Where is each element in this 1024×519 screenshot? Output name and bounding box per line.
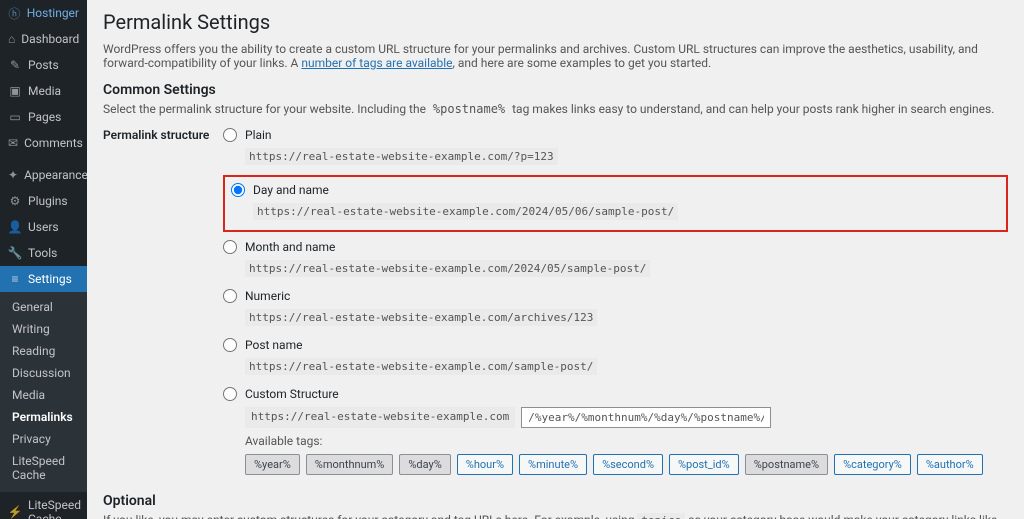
litespeed-cache-icon: ⚡ [8, 505, 22, 519]
common-settings-heading: Common Settings [103, 82, 1008, 98]
permalink-radio-label: Plain [245, 128, 272, 142]
highlighted-option: Day and name https://real-estate-website-… [223, 175, 1008, 232]
permalink-radio-label: Month and name [245, 240, 335, 254]
permalink-radio[interactable] [223, 128, 237, 142]
sidebar-item-pages[interactable]: ▭ Pages [0, 104, 87, 130]
sidebar-item-plugins[interactable]: ⚙ Plugins [0, 188, 87, 214]
permalink-radio-label: Numeric [245, 289, 290, 303]
dashboard-icon: ⌂ [8, 32, 15, 46]
sidebar-label: Tools [28, 246, 57, 260]
url-example: https://real-estate-website-example.com/… [253, 203, 678, 220]
custom-base-url: https://real-estate-website-example.com [245, 407, 515, 428]
tag-monthnum[interactable]: %monthnum% [306, 454, 394, 475]
available-tags-label: Available tags: [245, 434, 1008, 448]
permalink-radio[interactable] [223, 338, 237, 352]
permalink-structure-label: Permalink structure [103, 126, 223, 475]
permalink-radio[interactable] [223, 240, 237, 254]
sidebar-label: Posts [28, 58, 59, 72]
sidebar-item-hostinger[interactable]: ⓗ Hostinger [0, 0, 87, 26]
page-title: Permalink Settings [103, 10, 1008, 34]
settings-icon: ≡ [8, 272, 22, 286]
submenu-permalinks[interactable]: Permalinks [0, 406, 87, 428]
tag-day[interactable]: %day% [399, 454, 450, 475]
media-icon: ▣ [8, 84, 22, 98]
submenu-reading[interactable]: Reading [0, 340, 87, 362]
tag-year[interactable]: %year% [245, 454, 300, 475]
custom-structure-row: https://real-estate-website-example.com [245, 407, 1008, 428]
permalink-option-custom-structure[interactable]: Custom Structure [223, 385, 1008, 403]
postname-tag-code: %postname% [429, 101, 509, 117]
content-area: Permalink Settings WordPress offers you … [87, 0, 1024, 519]
permalink-option-plain[interactable]: Plain [223, 126, 1008, 144]
url-example: https://real-estate-website-example.com/… [245, 309, 597, 326]
permalink-option-month-and-name[interactable]: Month and name [223, 238, 1008, 256]
permalink-option-post-name[interactable]: Post name [223, 336, 1008, 354]
tags-available-link[interactable]: number of tags are available [301, 56, 452, 70]
permalink-option-day-and-name[interactable]: Day and name [231, 181, 1000, 199]
url-example: https://real-estate-website-example.com/… [245, 148, 558, 165]
permalink-radio[interactable] [223, 387, 237, 401]
posts-icon: ✎ [8, 58, 22, 72]
tag-category[interactable]: %category% [834, 454, 911, 475]
page-intro: WordPress offers you the ability to crea… [103, 42, 1008, 70]
permalink-radio-label: Day and name [253, 183, 329, 197]
sidebar-label: LiteSpeed Cache [28, 498, 81, 519]
submenu-general[interactable]: General [0, 296, 87, 318]
sidebar-item-settings[interactable]: ≡ Settings [0, 266, 87, 292]
admin-sidebar: ⓗ Hostinger ⌂ Dashboard ✎ Posts ▣ Media ▭ Pages ✉ C… [0, 0, 87, 519]
sidebar-item-tools[interactable]: 🔧 Tools [0, 240, 87, 266]
permalink-radio[interactable] [223, 289, 237, 303]
sidebar-label: Users [28, 220, 59, 234]
sidebar-item-litespeed-cache[interactable]: ⚡ LiteSpeed Cache [0, 492, 87, 519]
submenu-media[interactable]: Media [0, 384, 87, 406]
tag-author[interactable]: %author% [917, 454, 983, 475]
sidebar-label: Media [28, 84, 61, 98]
available-tags: %year% %monthnum%%day% %hour% %minute% %seco… [245, 454, 1008, 475]
permalink-radio[interactable] [231, 183, 245, 197]
permalink-radio-label: Post name [245, 338, 302, 352]
submenu-discussion[interactable]: Discussion [0, 362, 87, 384]
settings-submenu: GeneralWritingReadingDiscussionMediaPerm… [0, 292, 87, 492]
sidebar-item-posts[interactable]: ✎ Posts [0, 52, 87, 78]
tag-hour[interactable]: %hour% [457, 454, 513, 475]
optional-desc: If you like, you may enter custom struct… [103, 513, 1008, 519]
sidebar-label: Appearance [24, 168, 87, 182]
submenu-litespeed-cache[interactable]: LiteSpeed Cache [0, 450, 87, 486]
sidebar-label: Pages [28, 110, 61, 124]
permalink-structure-field: Plain https://real-estate-website-example… [223, 126, 1008, 475]
appearance-icon: ✦ [8, 168, 18, 182]
submenu-writing[interactable]: Writing [0, 318, 87, 340]
hostinger-icon: ⓗ [8, 6, 21, 20]
sidebar-item-comments[interactable]: ✉ Comments [0, 130, 87, 156]
tag-minute[interactable]: %minute% [519, 454, 587, 475]
sidebar-label: Settings [28, 272, 72, 286]
submenu-privacy[interactable]: Privacy [0, 428, 87, 450]
sidebar-label: Comments [24, 136, 83, 150]
pages-icon: ▭ [8, 110, 22, 124]
permalink-structure-row: Permalink structure Plain https://real-es… [103, 126, 1008, 475]
tag-post_id[interactable]: %post_id% [669, 454, 739, 475]
optional-heading: Optional [103, 493, 1008, 509]
custom-structure-input[interactable] [521, 407, 771, 428]
sidebar-label: Hostinger [27, 6, 79, 20]
sidebar-label: Dashboard [21, 32, 79, 46]
comments-icon: ✉ [8, 136, 18, 150]
sidebar-item-appearance[interactable]: ✦ Appearance [0, 162, 87, 188]
topics-code: topics [637, 513, 685, 519]
tag-postname[interactable]: %postname% [745, 454, 828, 475]
common-settings-desc: Select the permalink structure for your … [103, 102, 1008, 116]
sidebar-item-users[interactable]: 👤 Users [0, 214, 87, 240]
tools-icon: 🔧 [8, 246, 22, 260]
users-icon: 👤 [8, 220, 22, 234]
sidebar-label: Plugins [28, 194, 68, 208]
permalink-option-numeric[interactable]: Numeric [223, 287, 1008, 305]
url-example: https://real-estate-website-example.com/… [245, 358, 597, 375]
permalink-radio-label: Custom Structure [245, 387, 339, 401]
sidebar-item-media[interactable]: ▣ Media [0, 78, 87, 104]
url-example: https://real-estate-website-example.com/… [245, 260, 650, 277]
sidebar-item-dashboard[interactable]: ⌂ Dashboard [0, 26, 87, 52]
plugins-icon: ⚙ [8, 194, 22, 208]
tag-second[interactable]: %second% [593, 454, 663, 475]
